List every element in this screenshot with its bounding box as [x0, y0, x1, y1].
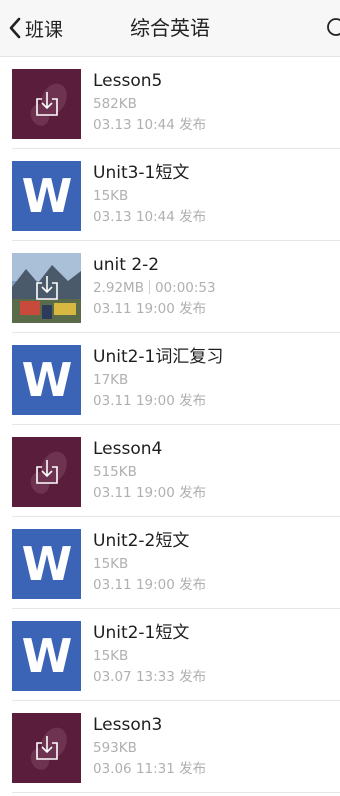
file-name: Lesson4: [93, 439, 163, 459]
file-info: unit 2-2 2.92MB 00:00:53 03.11 19:00 发布: [93, 253, 332, 319]
file-size: 515KB: [93, 464, 137, 480]
file-info: Unit2-2短文 15KB 03.11 19:00 发布: [93, 529, 332, 595]
file-size: 15KB: [93, 556, 129, 572]
file-name: Unit2-1短文: [93, 623, 190, 643]
file-list: Lesson5 582KB 03.13 10:44 发布 W Unit3-1短文…: [0, 57, 340, 793]
file-size: 15KB: [93, 648, 129, 664]
file-name: unit 2-2: [93, 255, 160, 275]
list-item[interactable]: W Unit2-2短文 15KB 03.11 19:00 发布: [0, 517, 340, 609]
file-thumbnail: W: [12, 161, 81, 231]
file-thumbnail: [12, 713, 81, 783]
file-name: Lesson5: [93, 71, 163, 91]
list-item[interactable]: Lesson3 593KB 03.06 11:31 发布: [0, 701, 340, 793]
download-icon: [35, 460, 58, 484]
word-icon: W: [21, 629, 73, 683]
file-info: Unit3-1短文 15KB 03.13 10:44 发布: [93, 161, 332, 227]
file-date: 03.13 10:44 发布: [93, 117, 207, 133]
file-name: Unit3-1短文: [93, 163, 190, 183]
navigation-bar: 班课 综合英语: [0, 0, 340, 57]
file-thumbnail: [12, 69, 81, 139]
meta-divider: [148, 280, 150, 294]
page-title: 综合英语: [130, 16, 210, 40]
word-icon: W: [21, 537, 73, 591]
list-item[interactable]: W Unit2-1短文 15KB 03.07 13:33 发布: [0, 609, 340, 701]
download-icon: [35, 276, 58, 300]
file-info: Lesson4 515KB 03.11 19:00 发布: [93, 437, 332, 503]
file-name: Lesson3: [93, 715, 163, 735]
file-info: Lesson3 593KB 03.06 11:31 发布: [93, 713, 332, 779]
list-item[interactable]: W Unit3-1短文 15KB 03.13 10:44 发布: [0, 149, 340, 241]
search-icon: [327, 18, 340, 36]
file-info: Unit2-1词汇复习 17KB 03.11 19:00 发布: [93, 345, 332, 411]
word-icon: W: [21, 169, 73, 223]
list-item[interactable]: W Unit2-1词汇复习 17KB 03.11 19:00 发布: [0, 333, 340, 425]
file-name: Unit2-1词汇复习: [93, 347, 224, 367]
search-button[interactable]: [324, 16, 340, 40]
file-size: 593KB: [93, 740, 137, 756]
list-item[interactable]: Lesson5 582KB 03.13 10:44 发布: [0, 57, 340, 149]
file-thumbnail: W: [12, 345, 81, 415]
file-date: 03.11 19:00 发布: [93, 393, 207, 409]
download-icon: [35, 736, 58, 760]
file-thumbnail: W: [12, 621, 81, 691]
file-size: 15KB: [93, 188, 129, 204]
file-size: 582KB: [93, 96, 137, 112]
file-name: Unit2-2短文: [93, 531, 190, 551]
file-duration: 00:00:53: [154, 280, 216, 296]
file-date: 03.13 10:44 发布: [93, 209, 207, 225]
file-size: 17KB: [93, 372, 129, 388]
file-date: 03.07 13:33 发布: [93, 669, 207, 685]
file-info: Lesson5 582KB 03.13 10:44 发布: [93, 69, 332, 135]
file-info: Unit2-1短文 15KB 03.07 13:33 发布: [93, 621, 332, 687]
file-thumbnail: W: [12, 529, 81, 599]
list-item[interactable]: Lesson4 515KB 03.11 19:00 发布: [0, 425, 340, 517]
file-meta: 2.92MB 00:00:53: [93, 277, 332, 299]
file-date: 03.11 19:00 发布: [93, 485, 207, 501]
file-date: 03.11 19:00 发布: [93, 301, 207, 317]
file-date: 03.11 19:00 发布: [93, 577, 207, 593]
file-date: 03.06 11:31 发布: [93, 761, 207, 777]
list-item[interactable]: unit 2-2 2.92MB 00:00:53 03.11 19:00 发布: [0, 241, 340, 333]
download-icon: [35, 92, 58, 116]
file-thumbnail: [12, 437, 81, 507]
word-icon: W: [21, 353, 73, 407]
file-thumbnail: [12, 253, 81, 323]
file-size: 2.92MB: [93, 280, 144, 296]
